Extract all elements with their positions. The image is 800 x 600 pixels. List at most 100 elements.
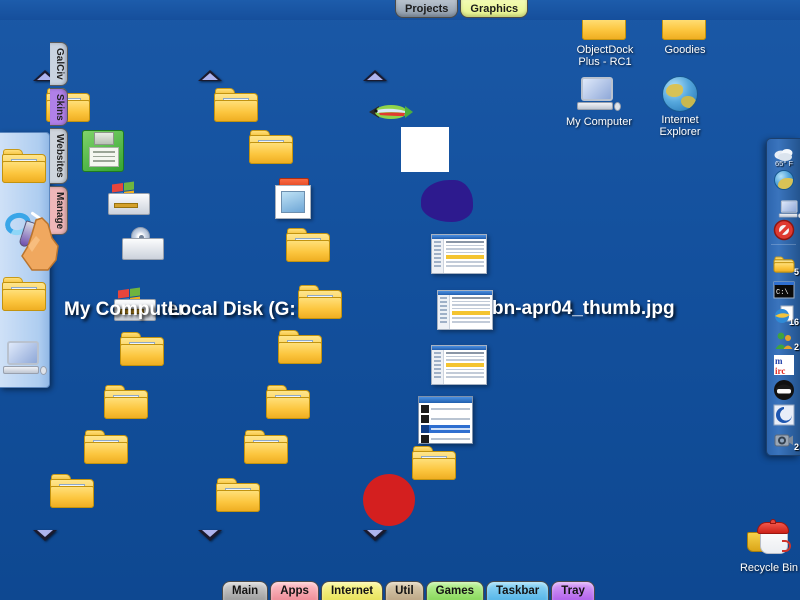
desktop-icon-label: ObjectDock Plus - RC1 [576, 44, 634, 68]
svg-text:C:\: C:\ [776, 289, 789, 297]
dock-item-internet-explorer[interactable]: 16 [767, 302, 800, 327]
svg-text:m: m [775, 356, 783, 366]
left-slideout-panel[interactable] [0, 132, 50, 388]
people-contacts-icon [775, 332, 793, 349]
folder-icon [298, 285, 344, 321]
photo-viewer-icon [273, 178, 317, 220]
fish-sprite-icon [369, 105, 413, 119]
column-1-folder-1[interactable] [30, 88, 108, 124]
white-square-shape [401, 127, 449, 172]
bottom-tabbar: Main Apps Internet Util Games Taskbar Tr… [222, 581, 595, 600]
dock-camera-badge: 2 [793, 442, 799, 452]
bottom-tab-taskbar[interactable]: Taskbar [486, 581, 550, 600]
column-1-folder-3[interactable] [88, 385, 166, 421]
dock-contacts-badge: 2 [793, 342, 799, 352]
column-1-cd-drive[interactable] [104, 227, 182, 262]
column-3-scroll-up-arrow[interactable] [363, 70, 387, 81]
globe-icon [774, 169, 794, 190]
right-dock[interactable]: 65° F 5 C:\ 16 2 m irc 2 [766, 138, 800, 456]
column-1-floppy-drive[interactable] [90, 181, 168, 217]
column-2-folder-2[interactable] [233, 130, 311, 166]
blue-swirl-icon [773, 404, 795, 425]
dock-item-weather[interactable]: 65° F [767, 142, 800, 168]
label-local-disk-g: Local Disk (G: [168, 299, 296, 320]
column-2-folder-1[interactable] [198, 88, 276, 124]
column-2-scroll-up-arrow[interactable] [198, 70, 222, 81]
webpage-thumbnail-3[interactable] [431, 345, 487, 385]
desktop-icon-internet-explorer[interactable]: Internet Explorer [641, 76, 719, 138]
left-panel-item-folder-2[interactable] [0, 263, 50, 327]
left-panel-item-my-computer[interactable] [0, 327, 50, 391]
tab-graphics[interactable]: Graphics [460, 0, 529, 18]
bottom-tab-main[interactable]: Main [222, 581, 269, 600]
monitor-icon [2, 340, 48, 378]
vtab-galciv[interactable]: GalCiv [50, 42, 68, 86]
column-1-folder-2[interactable] [104, 332, 182, 368]
column-2-folder-8[interactable] [200, 478, 278, 514]
folder-icon [278, 330, 324, 366]
folder-icon [2, 149, 48, 185]
column-2-folder-6[interactable] [250, 385, 328, 421]
dock-item-mirc[interactable]: m irc [767, 352, 800, 377]
column-2-folder-3[interactable] [270, 228, 348, 264]
vtab-websites[interactable]: Websites [50, 128, 68, 185]
dock-item-no-entry[interactable] [767, 217, 800, 242]
dock-item-camera[interactable]: 2 [767, 427, 800, 452]
bottom-tab-tray[interactable]: Tray [551, 581, 595, 600]
dock-item-blue-swirl[interactable] [767, 402, 800, 427]
column-3-scroll-down-arrow[interactable] [363, 530, 387, 541]
tab-projects[interactable]: Projects [395, 0, 459, 18]
bottom-tab-util[interactable]: Util [385, 581, 424, 600]
folder-icon [773, 255, 795, 273]
dock-folder-badge: 5 [793, 267, 799, 277]
webpage-thumbnail-2[interactable] [437, 290, 493, 330]
mirc-icon: m irc [774, 354, 794, 376]
folder-icon [286, 228, 332, 264]
dock-item-globe[interactable] [767, 167, 800, 192]
helmet-avatar-icon [774, 379, 794, 400]
window-screenshot-thumbnail[interactable] [418, 396, 473, 444]
column-3-folder-1[interactable] [396, 446, 474, 482]
dock-ie-badge: 16 [788, 317, 799, 327]
vtab-manage[interactable]: Manage [50, 186, 68, 236]
desktop-root: Projects Graphics My Computer Local Disk… [0, 0, 800, 600]
green-floppy-icon [82, 130, 124, 172]
label-bn-apr04-thumb: bn-apr04_thumb.jpg [492, 298, 675, 319]
left-panel-vertical-tab-group: GalCiv Skins Websites Manage [50, 42, 68, 237]
dock-item-helmet-avatar[interactable] [767, 377, 800, 402]
folder-icon [214, 88, 260, 124]
dock-item-contacts[interactable]: 2 [767, 327, 800, 352]
column-2-photo-viewer[interactable] [256, 178, 334, 220]
desktop-icon-my-computer[interactable]: My Computer [560, 76, 638, 128]
dock-item-command-prompt[interactable]: C:\ [767, 277, 800, 302]
dock-item-folder[interactable]: 5 [767, 252, 800, 277]
left-panel-item-folder-1[interactable] [0, 135, 50, 199]
potion-beaker-icon [2, 210, 46, 251]
vtab-skins[interactable]: Skins [50, 87, 68, 127]
folder-icon [50, 474, 96, 510]
top-tab-group: Projects Graphics [395, 0, 529, 18]
desktop-icon-label: Internet Explorer [659, 114, 701, 138]
bottom-tab-games[interactable]: Games [425, 581, 485, 600]
desktop-icon-recycle-bin[interactable]: Recycle Bin [730, 519, 800, 574]
folder-icon [84, 430, 130, 466]
column-1-folder-4[interactable] [68, 430, 146, 466]
column-2-folder-5[interactable] [262, 330, 340, 366]
folder-icon [249, 130, 295, 166]
column-1-green-floppy[interactable] [64, 130, 142, 172]
folder-icon [104, 385, 150, 421]
desktop-icon-label: My Computer [565, 116, 633, 128]
bottom-tab-internet[interactable]: Internet [320, 581, 384, 600]
left-panel-item-potion[interactable] [0, 199, 50, 263]
bottom-tab-apps[interactable]: Apps [270, 581, 319, 600]
dock-item-my-computer[interactable] [767, 192, 800, 218]
column-1-folder-5[interactable] [34, 474, 112, 510]
webpage-thumbnail-1[interactable] [431, 234, 487, 274]
column-2-scroll-down-arrow[interactable] [198, 530, 222, 541]
top-tabbar: Projects Graphics [0, 0, 800, 20]
column-2-folder-7[interactable] [228, 430, 306, 466]
purple-blob-shape [421, 180, 473, 222]
folder-icon [244, 430, 290, 466]
desktop-icon-label: Goodies [664, 44, 706, 56]
column-1-scroll-down-arrow[interactable] [33, 530, 57, 541]
